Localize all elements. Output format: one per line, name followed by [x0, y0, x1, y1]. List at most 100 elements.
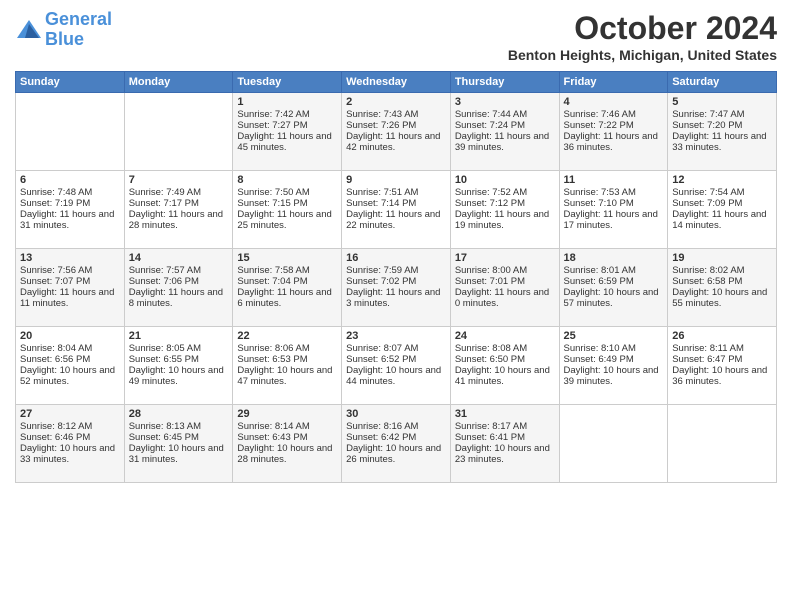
month-title: October 2024: [508, 10, 777, 47]
cell-week5-day4: 30Sunrise: 8:16 AMSunset: 6:42 PMDayligh…: [342, 405, 451, 483]
logo-line1: General: [45, 9, 112, 29]
cell-week3-day3: 15Sunrise: 7:58 AMSunset: 7:04 PMDayligh…: [233, 249, 342, 327]
sunrise-text: Sunrise: 7:46 AM: [564, 109, 636, 120]
sunrise-text: Sunrise: 7:49 AM: [129, 187, 201, 198]
daylight-text: Daylight: 11 hours and 45 minutes.: [237, 131, 331, 153]
day-number: 15: [237, 252, 337, 264]
sunset-text: Sunset: 7:09 PM: [672, 198, 742, 209]
sunrise-text: Sunrise: 8:01 AM: [564, 265, 636, 276]
sunrise-text: Sunrise: 8:11 AM: [672, 343, 744, 354]
week-row-5: 27Sunrise: 8:12 AMSunset: 6:46 PMDayligh…: [16, 405, 777, 483]
daylight-text: Daylight: 11 hours and 25 minutes.: [237, 209, 331, 231]
header-monday: Monday: [124, 72, 233, 93]
sunrise-text: Sunrise: 7:50 AM: [237, 187, 309, 198]
daylight-text: Daylight: 11 hours and 22 minutes.: [346, 209, 440, 231]
daylight-text: Daylight: 10 hours and 28 minutes.: [237, 443, 332, 465]
logo: General Blue: [15, 10, 112, 50]
sunrise-text: Sunrise: 7:44 AM: [455, 109, 527, 120]
sunrise-text: Sunrise: 8:06 AM: [237, 343, 309, 354]
day-number: 30: [346, 408, 446, 420]
sunset-text: Sunset: 7:04 PM: [237, 276, 307, 287]
day-number: 24: [455, 330, 555, 342]
sunset-text: Sunset: 7:19 PM: [20, 198, 90, 209]
sunrise-text: Sunrise: 7:48 AM: [20, 187, 92, 198]
sunset-text: Sunset: 7:15 PM: [237, 198, 307, 209]
cell-week1-day7: 5Sunrise: 7:47 AMSunset: 7:20 PMDaylight…: [668, 93, 777, 171]
cell-week3-day7: 19Sunrise: 8:02 AMSunset: 6:58 PMDayligh…: [668, 249, 777, 327]
calendar-body: 1Sunrise: 7:42 AMSunset: 7:27 PMDaylight…: [16, 93, 777, 483]
cell-week2-day2: 7Sunrise: 7:49 AMSunset: 7:17 PMDaylight…: [124, 171, 233, 249]
day-number: 20: [20, 330, 120, 342]
daylight-text: Daylight: 10 hours and 52 minutes.: [20, 365, 115, 387]
daylight-text: Daylight: 11 hours and 28 minutes.: [129, 209, 223, 231]
sunset-text: Sunset: 7:27 PM: [237, 120, 307, 131]
daylight-text: Daylight: 11 hours and 17 minutes.: [564, 209, 658, 231]
sunset-text: Sunset: 7:10 PM: [564, 198, 634, 209]
day-number: 7: [129, 174, 229, 186]
day-number: 29: [237, 408, 337, 420]
sunset-text: Sunset: 6:58 PM: [672, 276, 742, 287]
day-number: 28: [129, 408, 229, 420]
daylight-text: Daylight: 10 hours and 47 minutes.: [237, 365, 332, 387]
sunrise-text: Sunrise: 7:47 AM: [672, 109, 744, 120]
day-number: 6: [20, 174, 120, 186]
sunset-text: Sunset: 6:45 PM: [129, 432, 199, 443]
daylight-text: Daylight: 10 hours and 44 minutes.: [346, 365, 441, 387]
cell-week2-day7: 12Sunrise: 7:54 AMSunset: 7:09 PMDayligh…: [668, 171, 777, 249]
daylight-text: Daylight: 10 hours and 41 minutes.: [455, 365, 550, 387]
logo-text: General Blue: [45, 10, 112, 50]
day-number: 8: [237, 174, 337, 186]
day-number: 10: [455, 174, 555, 186]
sunrise-text: Sunrise: 8:10 AM: [564, 343, 636, 354]
sunset-text: Sunset: 7:12 PM: [455, 198, 525, 209]
sunrise-text: Sunrise: 8:16 AM: [346, 421, 418, 432]
cell-week1-day1: [16, 93, 125, 171]
day-number: 18: [564, 252, 664, 264]
header: General Blue October 2024 Benton Heights…: [15, 10, 777, 63]
cell-week4-day5: 24Sunrise: 8:08 AMSunset: 6:50 PMDayligh…: [450, 327, 559, 405]
day-number: 19: [672, 252, 772, 264]
day-number: 13: [20, 252, 120, 264]
calendar-table: Sunday Monday Tuesday Wednesday Thursday…: [15, 71, 777, 483]
day-number: 5: [672, 96, 772, 108]
cell-week2-day5: 10Sunrise: 7:52 AMSunset: 7:12 PMDayligh…: [450, 171, 559, 249]
cell-week4-day4: 23Sunrise: 8:07 AMSunset: 6:52 PMDayligh…: [342, 327, 451, 405]
sunrise-text: Sunrise: 8:08 AM: [455, 343, 527, 354]
sunset-text: Sunset: 6:53 PM: [237, 354, 307, 365]
sunrise-text: Sunrise: 7:56 AM: [20, 265, 92, 276]
sunset-text: Sunset: 7:17 PM: [129, 198, 199, 209]
sunset-text: Sunset: 6:47 PM: [672, 354, 742, 365]
cell-week2-day6: 11Sunrise: 7:53 AMSunset: 7:10 PMDayligh…: [559, 171, 668, 249]
sunset-text: Sunset: 6:50 PM: [455, 354, 525, 365]
day-number: 11: [564, 174, 664, 186]
daylight-text: Daylight: 10 hours and 55 minutes.: [672, 287, 767, 309]
cell-week1-day5: 3Sunrise: 7:44 AMSunset: 7:24 PMDaylight…: [450, 93, 559, 171]
cell-week4-day7: 26Sunrise: 8:11 AMSunset: 6:47 PMDayligh…: [668, 327, 777, 405]
sunrise-text: Sunrise: 7:52 AM: [455, 187, 527, 198]
sunset-text: Sunset: 7:20 PM: [672, 120, 742, 131]
header-row: Sunday Monday Tuesday Wednesday Thursday…: [16, 72, 777, 93]
sunrise-text: Sunrise: 8:02 AM: [672, 265, 744, 276]
sunrise-text: Sunrise: 7:51 AM: [346, 187, 418, 198]
header-friday: Friday: [559, 72, 668, 93]
sunset-text: Sunset: 6:56 PM: [20, 354, 90, 365]
daylight-text: Daylight: 11 hours and 42 minutes.: [346, 131, 440, 153]
week-row-2: 6Sunrise: 7:48 AMSunset: 7:19 PM Daylight…: [16, 171, 777, 249]
daylight-text: Daylight: 11 hours and 3 minutes.: [346, 287, 440, 309]
sunset-text: Sunset: 7:01 PM: [455, 276, 525, 287]
sunrise-text: Sunrise: 8:14 AM: [237, 421, 309, 432]
day-number: 14: [129, 252, 229, 264]
sunset-text: Sunset: 6:59 PM: [564, 276, 634, 287]
cell-week5-day5: 31Sunrise: 8:17 AMSunset: 6:41 PMDayligh…: [450, 405, 559, 483]
daylight-text: Daylight: 10 hours and 23 minutes.: [455, 443, 550, 465]
daylight-text: Daylight: 10 hours and 33 minutes.: [20, 443, 115, 465]
header-thursday: Thursday: [450, 72, 559, 93]
week-row-3: 13Sunrise: 7:56 AMSunset: 7:07 PMDayligh…: [16, 249, 777, 327]
cell-week4-day1: 20Sunrise: 8:04 AMSunset: 6:56 PMDayligh…: [16, 327, 125, 405]
cell-week1-day6: 4Sunrise: 7:46 AMSunset: 7:22 PMDaylight…: [559, 93, 668, 171]
daylight-text: Daylight: 11 hours and 8 minutes.: [129, 287, 223, 309]
daylight-text: Daylight: 11 hours and 19 minutes.: [455, 209, 549, 231]
cell-week4-day2: 21Sunrise: 8:05 AMSunset: 6:55 PMDayligh…: [124, 327, 233, 405]
sunrise-text: Sunrise: 7:43 AM: [346, 109, 418, 120]
sunrise-text: Sunrise: 8:12 AM: [20, 421, 92, 432]
